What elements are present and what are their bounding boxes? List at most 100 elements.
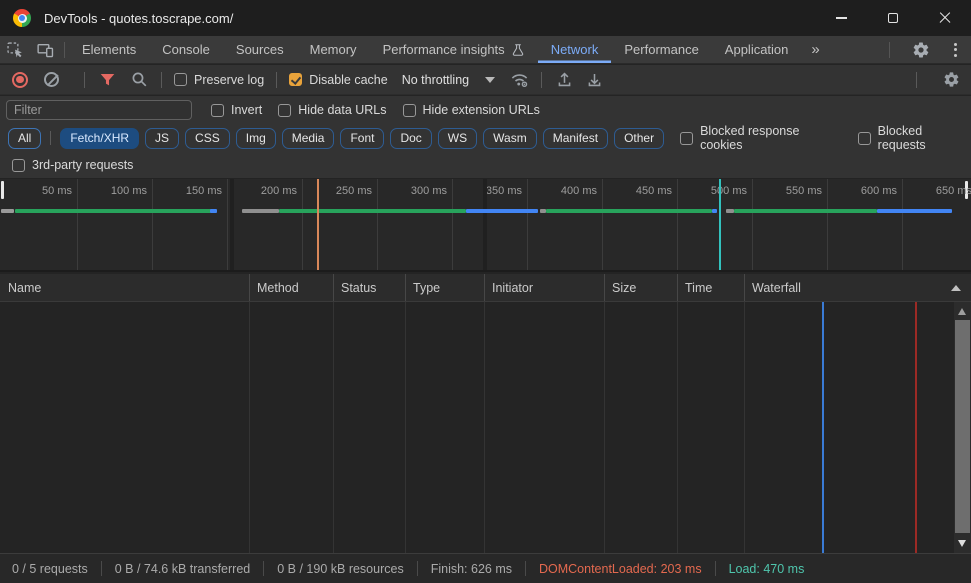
- column-header-size[interactable]: Size: [612, 281, 636, 295]
- close-icon: [939, 12, 951, 24]
- tabbar-right-divider: [889, 42, 890, 58]
- import-har-button[interactable]: [554, 70, 574, 90]
- tab-elements[interactable]: Elements: [69, 36, 149, 63]
- more-tabs-button[interactable]: »: [801, 36, 830, 63]
- header-column-separator[interactable]: [333, 274, 334, 301]
- tab-network[interactable]: Network: [538, 36, 612, 63]
- inspect-icon: [6, 41, 24, 59]
- timeline-grid-line: [77, 179, 78, 270]
- chip-css[interactable]: CSS: [185, 128, 230, 149]
- devtools-tabbar: Elements Console Sources Memory Performa…: [0, 36, 971, 64]
- blocked-response-cookies-checkbox[interactable]: Blocked response cookies: [680, 124, 842, 152]
- column-header-type[interactable]: Type: [413, 281, 440, 295]
- minimize-icon: [836, 17, 847, 18]
- filter-input[interactable]: [6, 100, 192, 120]
- header-column-separator[interactable]: [405, 274, 406, 301]
- disable-cache-checkbox[interactable]: Disable cache: [289, 73, 388, 87]
- filter-row: Invert Hide data URLs Hide extension URL…: [0, 96, 971, 124]
- load-marker: [719, 179, 721, 270]
- header-column-separator[interactable]: [604, 274, 605, 301]
- column-header-status[interactable]: Status: [341, 281, 376, 295]
- requests-table-header: Name Method Status Type Initiator Size Time Wat…: [0, 274, 971, 302]
- request-type-filter-row: All Fetch/XHR JS CSS Img Media Font Doc …: [0, 124, 971, 152]
- window-title: DevTools - quotes.toscrape.com/: [44, 11, 233, 26]
- blocked-requests-checkbox[interactable]: Blocked requests: [858, 124, 971, 152]
- body-column-separator: [484, 302, 485, 553]
- checkbox-box-checked: [289, 73, 302, 86]
- preserve-log-checkbox[interactable]: Preserve log: [174, 73, 264, 87]
- column-header-method[interactable]: Method: [257, 281, 299, 295]
- network-conditions-button[interactable]: [509, 70, 529, 90]
- devtools-menu-button[interactable]: [948, 43, 963, 57]
- invert-checkbox[interactable]: Invert: [211, 103, 262, 117]
- tab-sources[interactable]: Sources: [223, 36, 297, 63]
- transferred-size: 0 B / 74.6 kB transferred: [115, 562, 251, 576]
- tab-console[interactable]: Console: [149, 36, 223, 63]
- timeline-tick-label: 300 ms: [382, 185, 447, 197]
- chip-fetch-xhr[interactable]: Fetch/XHR: [60, 128, 139, 149]
- tab-application[interactable]: Application: [712, 36, 802, 63]
- tabbar-divider: [64, 42, 65, 58]
- close-button[interactable]: [919, 0, 971, 36]
- chip-all[interactable]: All: [8, 128, 41, 149]
- header-column-separator[interactable]: [249, 274, 250, 301]
- export-har-button[interactable]: [584, 70, 604, 90]
- tab-performance-insights[interactable]: Performance insights: [370, 36, 538, 63]
- filter-toggle-button[interactable]: [97, 70, 117, 90]
- scroll-down-arrow[interactable]: [958, 540, 966, 547]
- requests-table-body[interactable]: [0, 302, 971, 553]
- chip-manifest[interactable]: Manifest: [543, 128, 608, 149]
- timeline-request-bar: [242, 209, 279, 213]
- chip-other[interactable]: Other: [614, 128, 664, 149]
- timeline-request-bar: [279, 209, 466, 213]
- scroll-up-arrow[interactable]: [958, 308, 966, 315]
- timeline-grid-line: [827, 179, 828, 270]
- header-column-separator[interactable]: [484, 274, 485, 301]
- chip-ws[interactable]: WS: [438, 128, 477, 149]
- timeline-tick-label: 650 ms: [907, 185, 971, 197]
- hide-data-urls-checkbox[interactable]: Hide data URLs: [278, 103, 386, 117]
- column-header-name[interactable]: Name: [8, 281, 41, 295]
- throttling-select[interactable]: No throttling: [402, 73, 495, 87]
- tab-memory[interactable]: Memory: [297, 36, 370, 63]
- timeline-tick-label: 450 ms: [607, 185, 672, 197]
- timeline-grid-line: [152, 179, 153, 270]
- chip-img[interactable]: Img: [236, 128, 276, 149]
- timeline-grid-line: [302, 179, 303, 270]
- search-button[interactable]: [129, 70, 149, 90]
- vertical-scrollbar[interactable]: [954, 302, 971, 553]
- timeline-grid-line: [527, 179, 528, 270]
- timeline-tick-label: 100 ms: [82, 185, 147, 197]
- body-column-separator: [604, 302, 605, 553]
- network-toolbar: Preserve log Disable cache No throttling: [0, 65, 971, 95]
- network-settings-button[interactable]: [941, 70, 961, 90]
- tab-performance[interactable]: Performance: [611, 36, 711, 63]
- hide-extension-urls-checkbox[interactable]: Hide extension URLs: [403, 103, 540, 117]
- timeline-grid-line: [377, 179, 378, 270]
- column-header-time[interactable]: Time: [685, 281, 712, 295]
- scrollbar-thumb[interactable]: [955, 320, 970, 533]
- chip-js[interactable]: JS: [145, 128, 179, 149]
- network-overview-timeline[interactable]: 50 ms100 ms150 ms200 ms250 ms300 ms350 m…: [0, 179, 971, 272]
- header-column-separator[interactable]: [677, 274, 678, 301]
- chip-media[interactable]: Media: [282, 128, 335, 149]
- header-column-separator[interactable]: [744, 274, 745, 301]
- timeline-grid-line: [602, 179, 603, 270]
- clear-network-log-button[interactable]: [44, 72, 59, 87]
- devtools-settings-button[interactable]: [906, 41, 936, 59]
- resources-size: 0 B / 190 kB resources: [277, 562, 403, 576]
- column-header-waterfall[interactable]: Waterfall: [752, 281, 801, 295]
- third-party-requests-checkbox[interactable]: 3rd-party requests: [12, 158, 133, 172]
- checkbox-box: [174, 73, 187, 86]
- chip-wasm[interactable]: Wasm: [483, 128, 537, 149]
- column-header-initiator[interactable]: Initiator: [492, 281, 533, 295]
- overview-left-handle[interactable]: [1, 181, 4, 199]
- record-network-log-button[interactable]: [12, 72, 28, 88]
- maximize-button[interactable]: [867, 0, 919, 36]
- timeline-tick-label: 500 ms: [682, 185, 747, 197]
- minimize-button[interactable]: [815, 0, 867, 36]
- chip-font[interactable]: Font: [340, 128, 384, 149]
- device-toolbar-button[interactable]: [30, 36, 60, 63]
- chip-doc[interactable]: Doc: [390, 128, 431, 149]
- inspect-element-button[interactable]: [0, 36, 30, 63]
